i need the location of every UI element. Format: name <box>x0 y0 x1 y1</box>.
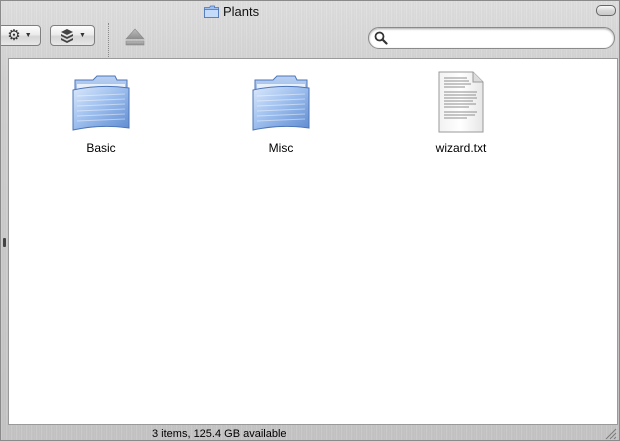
window-title-text: Plants <box>223 3 260 19</box>
file-item-wizard-txt[interactable]: wizard.txt <box>401 70 521 155</box>
status-bar: 3 items, 125.4 GB available <box>1 425 619 440</box>
folder-item-basic[interactable]: Basic <box>41 70 161 155</box>
folder-item-misc[interactable]: Misc <box>221 70 341 155</box>
chevron-down-icon: ▼ <box>79 32 86 39</box>
arrange-menu-button[interactable]: ▼ <box>50 25 95 46</box>
folder-icon <box>72 75 130 131</box>
window-title: Plants <box>204 3 259 19</box>
text-document-icon <box>438 71 484 133</box>
gear-icon: ⚙ <box>7 27 21 44</box>
title-bar[interactable]: Plants <box>1 1 619 21</box>
item-label: wizard.txt <box>435 141 487 155</box>
search-input[interactable] <box>391 30 606 46</box>
toolbar-separator <box>108 23 110 57</box>
folder-icon <box>252 75 310 131</box>
resize-grip-icon[interactable] <box>603 426 617 440</box>
status-text: 3 items, 125.4 GB available <box>152 428 287 440</box>
sidebar-drag-handle[interactable] <box>3 238 6 247</box>
file-icon-view[interactable]: Basic Misc wizard.txt <box>8 58 618 425</box>
item-label: Basic <box>86 141 116 155</box>
magnifier-icon <box>374 31 388 45</box>
eject-icon[interactable] <box>124 26 146 48</box>
item-label: Misc <box>268 141 294 155</box>
finder-window: Plants ⚙ ▼ ▼ Basic Misc wizard.txt 3 ite… <box>0 0 620 441</box>
action-menu-button[interactable]: ⚙ ▼ <box>1 25 41 46</box>
arrange-icon <box>61 28 74 43</box>
toolbar-toggle-button[interactable] <box>596 5 616 16</box>
search-field[interactable] <box>368 27 615 49</box>
folder-icon <box>204 5 219 18</box>
chevron-down-icon: ▼ <box>24 32 32 39</box>
